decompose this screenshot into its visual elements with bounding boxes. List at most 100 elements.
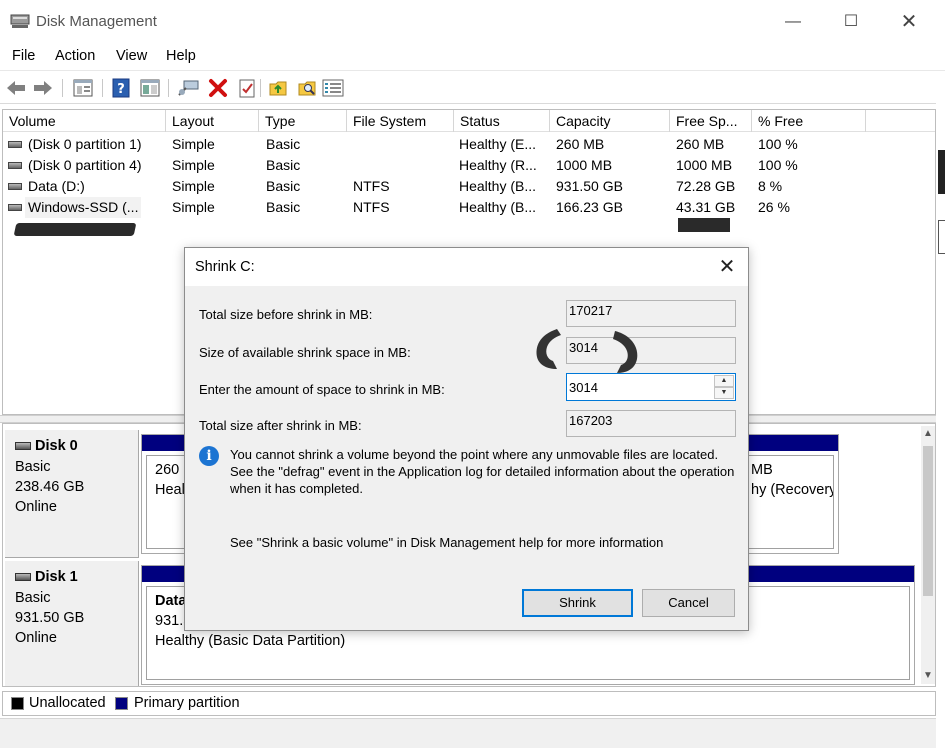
help-message: See "Shrink a basic volume" in Disk Mana…: [230, 535, 664, 550]
disk-1-status: Online: [15, 630, 57, 646]
table-row[interactable]: (Disk 0 partition 1) Simple Basic Health…: [3, 134, 935, 155]
total-after-field: 167203: [566, 410, 736, 437]
decrease-icon[interactable]: ▼: [714, 387, 734, 399]
table-row[interactable]: Windows-SSD (... Simple Basic NTFS Healt…: [3, 197, 935, 218]
increase-icon[interactable]: ▲: [714, 375, 734, 387]
cell-layout: Simple: [172, 136, 215, 152]
shrink-amount-label: Enter the amount of space to shrink in M…: [199, 382, 445, 397]
column-header-layout[interactable]: Layout: [166, 110, 259, 132]
vertical-scrollbar[interactable]: ▲ ▼: [921, 426, 935, 684]
disk-1-type: Basic: [15, 590, 51, 606]
cell-percent-free: 26 %: [758, 199, 790, 215]
console-tree-icon[interactable]: [72, 77, 94, 99]
properties-icon[interactable]: [139, 77, 161, 99]
cell-volume: (Disk 0 partition 4): [28, 157, 142, 173]
cell-type: Basic: [266, 136, 301, 152]
scroll-down-icon[interactable]: ▼: [921, 668, 935, 684]
unallocated-swatch: [11, 697, 24, 710]
legend-unallocated: Unallocated: [29, 695, 106, 711]
legend: Unallocated Primary partition: [2, 691, 936, 716]
folder-up-icon[interactable]: [267, 77, 289, 99]
window-title: Disk Management: [36, 13, 157, 30]
cell-free-space: 1000 MB: [676, 157, 733, 173]
cancel-button[interactable]: Cancel: [642, 589, 735, 617]
menu-action[interactable]: Action: [55, 48, 95, 64]
disk-icon: [15, 442, 31, 450]
cell-volume: (Disk 0 partition 1): [28, 136, 142, 152]
dialog-title: Shrink C:: [195, 259, 255, 275]
list-icon[interactable]: [322, 77, 344, 99]
available-space-field: 3014: [566, 337, 736, 364]
minimize-button[interactable]: —: [773, 8, 813, 36]
cell-free-space: 72.28 GB: [676, 178, 736, 194]
close-icon[interactable]: ✕: [715, 256, 739, 278]
column-header-type[interactable]: Type: [259, 110, 347, 132]
cell-capacity: 1000 MB: [556, 157, 613, 173]
menu-view[interactable]: View: [116, 48, 147, 64]
scrollbar-thumb[interactable]: [923, 446, 933, 596]
cell-layout: Simple: [172, 178, 215, 194]
info-message: You cannot shrink a volume beyond the po…: [230, 447, 735, 496]
menu-bar: File Action View Help: [0, 44, 945, 70]
annotation-left-bracket: [536, 329, 561, 369]
total-after-label: Total size after shrink in MB:: [199, 418, 362, 433]
forward-arrow-icon[interactable]: [32, 77, 54, 99]
disk-0-status: Online: [15, 499, 57, 515]
cell-type: Basic: [266, 178, 301, 194]
cell-capacity: 166.23 GB: [556, 199, 623, 215]
partition-block[interactable]: MB hy (Recovery: [742, 455, 834, 549]
check-icon[interactable]: [236, 77, 258, 99]
disk-0-size: 238.46 GB: [15, 479, 85, 495]
table-row[interactable]: (Disk 0 partition 4) Simple Basic Health…: [3, 155, 935, 176]
close-window-button[interactable]: ✕: [889, 8, 929, 36]
total-before-field: 170217: [566, 300, 736, 327]
cell-layout: Simple: [172, 157, 215, 173]
cell-percent-free: 8 %: [758, 178, 783, 194]
shrink-button[interactable]: Shrink: [522, 589, 633, 617]
annotation-right-bracket: [613, 331, 638, 373]
shrink-dialog: Shrink C: ✕ Total size before shrink in …: [184, 247, 749, 631]
column-header-free-space[interactable]: Free Sp...: [670, 110, 752, 132]
cell-volume: Windows-SSD (...: [25, 197, 142, 218]
column-header-status[interactable]: Status: [454, 110, 550, 132]
cell-percent-free: 100 %: [758, 136, 798, 152]
title-bar: Disk Management — ☐ ✕: [0, 0, 945, 44]
toolbar: ?: [0, 70, 945, 104]
status-bar: [0, 718, 945, 748]
search-folder-icon[interactable]: [296, 77, 318, 99]
cell-volume: Data (D:): [28, 178, 85, 194]
redaction-mark: [13, 223, 137, 236]
redaction-mark: [678, 218, 730, 232]
column-header-volume[interactable]: Volume: [3, 110, 166, 132]
column-header-capacity[interactable]: Capacity: [550, 110, 670, 132]
available-space-label: Size of available shrink space in MB:: [199, 345, 411, 360]
drive-icon: [8, 204, 22, 211]
shrink-amount-input[interactable]: [569, 377, 709, 397]
menu-file[interactable]: File: [12, 48, 35, 64]
help-icon[interactable]: ?: [110, 77, 132, 99]
disk-1-label[interactable]: Disk 1 Basic 931.50 GB Online: [5, 561, 139, 686]
disk-management-app-icon: [10, 14, 30, 28]
back-arrow-icon[interactable]: [5, 77, 27, 99]
table-row[interactable]: Data (D:) Simple Basic NTFS Healthy (B..…: [3, 176, 935, 197]
cell-percent-free: 100 %: [758, 157, 798, 173]
cell-type: Basic: [266, 199, 301, 215]
column-header-file-system[interactable]: File System: [347, 110, 454, 132]
drive-icon: [8, 162, 22, 169]
primary-partition-swatch: [115, 697, 128, 710]
svg-text:?: ?: [117, 82, 125, 97]
column-header-percent-free[interactable]: % Free: [752, 110, 866, 132]
menu-help[interactable]: Help: [166, 48, 196, 64]
connect-icon[interactable]: [178, 77, 200, 99]
cell-free-space: 43.31 GB: [676, 199, 736, 215]
scroll-up-icon[interactable]: ▲: [921, 426, 935, 442]
delete-icon[interactable]: [207, 77, 229, 99]
disk-0-type: Basic: [15, 459, 51, 475]
disk-0-label[interactable]: Disk 0 Basic 238.46 GB Online: [5, 430, 139, 558]
cell-layout: Simple: [172, 199, 215, 215]
cell-capacity: 931.50 GB: [556, 178, 623, 194]
shrink-amount-stepper[interactable]: ▲ ▼: [566, 373, 736, 401]
info-icon: i: [199, 446, 219, 466]
maximize-button[interactable]: ☐: [831, 8, 871, 36]
cell-file-system: NTFS: [353, 178, 390, 194]
